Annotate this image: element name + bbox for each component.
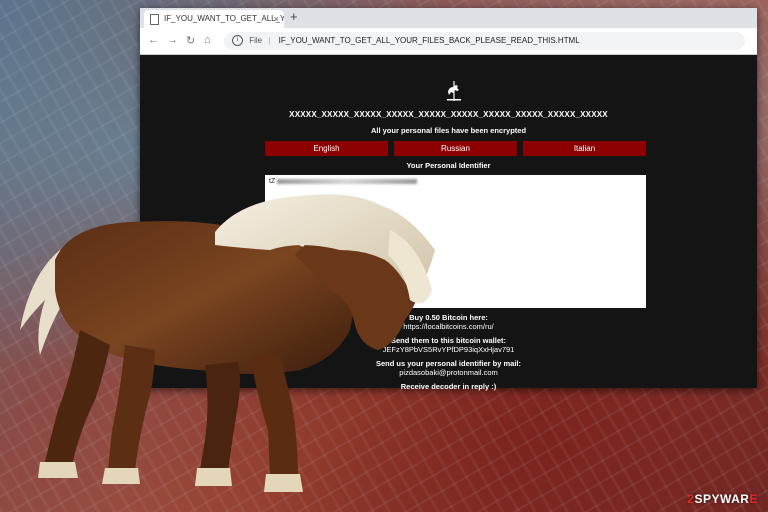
personal-identifier-prefix: tZ: [269, 178, 276, 185]
contact-email: pizdasobaki@protonmail.com: [399, 368, 498, 377]
browser-tab[interactable]: IF_YOU_WANT_TO_GET_ALL_YOU ×: [144, 10, 284, 28]
scheme-label: File: [249, 36, 263, 45]
reload-icon[interactable]: ↻: [186, 34, 195, 47]
decoder-reply-line: Receive decoder in reply :): [400, 382, 497, 391]
personal-identifier-label: Your Personal Identifier: [406, 161, 491, 170]
forward-icon[interactable]: →: [167, 34, 178, 46]
document-icon: [150, 14, 159, 25]
address-url[interactable]: IF_YOU_WANT_TO_GET_ALL_YOUR_FILES_BACK_P…: [279, 36, 580, 45]
address-separator: |: [268, 36, 271, 45]
info-icon[interactable]: i: [232, 35, 243, 47]
buy-url-link[interactable]: https://localbitcoins.com/ru/: [140, 322, 757, 331]
language-buttons: English Russian Italian: [265, 141, 646, 156]
tab-bar: IF_YOU_WANT_TO_GET_ALL_YOU × +: [140, 8, 757, 28]
headline: XXXXX_XXXXX_XXXXX_XXXXX_XXXXX_XXXXX_XXXX…: [289, 110, 608, 119]
language-button-italian[interactable]: Italian: [523, 141, 646, 156]
tab-title: IF_YOU_WANT_TO_GET_ALL_YOU: [164, 14, 284, 23]
new-tab-button[interactable]: +: [290, 9, 298, 24]
language-button-english[interactable]: English: [265, 141, 388, 156]
browser-window: IF_YOU_WANT_TO_GET_ALL_YOU × + ← → ↻ ⌂ i…: [140, 8, 757, 391]
ransom-note: XXXXX_XXXXX_XXXXX_XXXXX_XXXXX_XXXXX_XXXX…: [140, 55, 757, 391]
bitcoin-wallet: JEFzY8PbVS5RvYPfDP93iqXxHjav791: [382, 345, 515, 354]
back-icon[interactable]: ←: [148, 34, 159, 46]
browser-toolbar: ← → ↻ ⌂ i File | IF_YOU_WANT_TO_GET_ALL_…: [140, 28, 757, 55]
send-instruction: Send them to this bitcoin wallet:: [390, 336, 506, 345]
personal-identifier-box[interactable]: tZ: [265, 175, 646, 308]
address-bar[interactable]: i File | IF_YOU_WANT_TO_GET_ALL_YOUR_FIL…: [224, 32, 745, 50]
close-tab-icon[interactable]: ×: [274, 10, 279, 28]
redacted-identifier: [277, 178, 418, 184]
spyware-watermark: 2SPYWARE: [687, 492, 758, 506]
buy-instruction: Buy 0.50 Bitcoin here:: [409, 313, 488, 322]
subtitle: All your personal files have been encryp…: [370, 126, 527, 135]
language-button-russian[interactable]: Russian: [394, 141, 517, 156]
mail-instruction: Send us your personal identifier by mail…: [375, 359, 522, 368]
home-icon[interactable]: ⌂: [204, 34, 211, 46]
carousel-horse-logo: [447, 81, 461, 101]
